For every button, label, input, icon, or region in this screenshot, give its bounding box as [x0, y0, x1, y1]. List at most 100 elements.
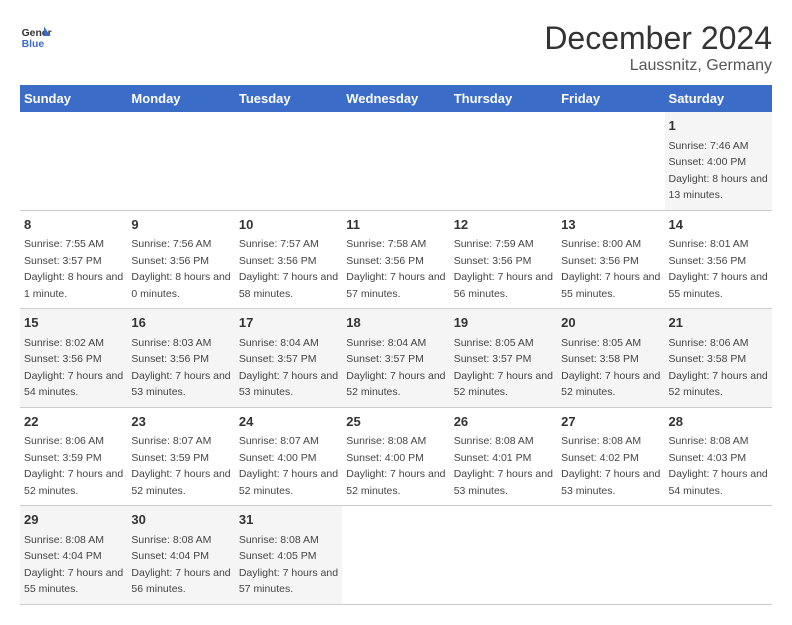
calendar-cell: 11Sunrise: 7:58 AMSunset: 3:56 PMDayligh…: [342, 210, 449, 309]
weekday-header-friday: Friday: [557, 85, 664, 112]
day-sunrise: Sunrise: 8:02 AM: [24, 337, 104, 349]
calendar-cell: [127, 112, 234, 210]
day-sunset: Sunset: 3:56 PM: [131, 255, 209, 267]
day-sunset: Sunset: 4:03 PM: [669, 452, 747, 464]
weekday-header-row: SundayMondayTuesdayWednesdayThursdayFrid…: [20, 85, 772, 112]
day-sunrise: Sunrise: 7:46 AM: [669, 140, 749, 152]
day-sunrise: Sunrise: 8:08 AM: [24, 534, 104, 546]
day-daylight: Daylight: 7 hours and 58 minutes.: [239, 271, 338, 300]
day-number: 17: [239, 313, 338, 333]
day-sunrise: Sunrise: 8:08 AM: [131, 534, 211, 546]
calendar-cell: [557, 112, 664, 210]
day-number: 30: [131, 510, 230, 530]
weekday-header-wednesday: Wednesday: [342, 85, 449, 112]
day-sunrise: Sunrise: 7:57 AM: [239, 238, 319, 250]
day-sunset: Sunset: 3:58 PM: [669, 353, 747, 365]
day-number: 10: [239, 215, 338, 235]
day-sunrise: Sunrise: 8:08 AM: [239, 534, 319, 546]
day-sunrise: Sunrise: 8:05 AM: [561, 337, 641, 349]
calendar-cell: 31Sunrise: 8:08 AMSunset: 4:05 PMDayligh…: [235, 506, 342, 605]
day-number: 24: [239, 412, 338, 432]
weekday-header-monday: Monday: [127, 85, 234, 112]
day-number: 27: [561, 412, 660, 432]
calendar-cell: 25Sunrise: 8:08 AMSunset: 4:00 PMDayligh…: [342, 407, 449, 506]
day-sunrise: Sunrise: 7:55 AM: [24, 238, 104, 250]
day-daylight: Daylight: 7 hours and 53 minutes.: [131, 370, 230, 399]
day-daylight: Daylight: 7 hours and 53 minutes.: [239, 370, 338, 399]
day-daylight: Daylight: 7 hours and 52 minutes.: [561, 370, 660, 399]
day-number: 9: [131, 215, 230, 235]
day-number: 20: [561, 313, 660, 333]
calendar-cell: 1Sunrise: 7:46 AMSunset: 4:00 PMDaylight…: [665, 112, 772, 210]
day-sunrise: Sunrise: 8:06 AM: [24, 435, 104, 447]
day-sunset: Sunset: 3:57 PM: [24, 255, 102, 267]
weekday-header-tuesday: Tuesday: [235, 85, 342, 112]
day-sunrise: Sunrise: 8:03 AM: [131, 337, 211, 349]
calendar-cell: 17Sunrise: 8:04 AMSunset: 3:57 PMDayligh…: [235, 309, 342, 408]
day-sunrise: Sunrise: 8:05 AM: [454, 337, 534, 349]
calendar-week-5: 29Sunrise: 8:08 AMSunset: 4:04 PMDayligh…: [20, 506, 772, 605]
day-number: 11: [346, 215, 445, 235]
day-daylight: Daylight: 7 hours and 54 minutes.: [24, 370, 123, 399]
day-sunset: Sunset: 4:02 PM: [561, 452, 639, 464]
day-sunrise: Sunrise: 8:00 AM: [561, 238, 641, 250]
day-sunset: Sunset: 4:04 PM: [131, 550, 209, 562]
day-daylight: Daylight: 7 hours and 56 minutes.: [131, 567, 230, 596]
day-number: 23: [131, 412, 230, 432]
day-sunset: Sunset: 4:04 PM: [24, 550, 102, 562]
day-sunset: Sunset: 3:57 PM: [454, 353, 532, 365]
calendar-cell: 10Sunrise: 7:57 AMSunset: 3:56 PMDayligh…: [235, 210, 342, 309]
calendar-cell: 19Sunrise: 8:05 AMSunset: 3:57 PMDayligh…: [450, 309, 557, 408]
calendar-week-4: 22Sunrise: 8:06 AMSunset: 3:59 PMDayligh…: [20, 407, 772, 506]
day-daylight: Daylight: 8 hours and 0 minutes.: [131, 271, 230, 300]
day-sunset: Sunset: 3:56 PM: [131, 353, 209, 365]
day-daylight: Daylight: 7 hours and 57 minutes.: [239, 567, 338, 596]
day-number: 16: [131, 313, 230, 333]
day-sunrise: Sunrise: 8:08 AM: [346, 435, 426, 447]
calendar-cell: 22Sunrise: 8:06 AMSunset: 3:59 PMDayligh…: [20, 407, 127, 506]
day-daylight: Daylight: 7 hours and 52 minutes.: [24, 468, 123, 497]
calendar-cell: 18Sunrise: 8:04 AMSunset: 3:57 PMDayligh…: [342, 309, 449, 408]
calendar-cell: [450, 112, 557, 210]
calendar-cell: [450, 506, 557, 605]
day-sunset: Sunset: 4:01 PM: [454, 452, 532, 464]
day-sunset: Sunset: 4:00 PM: [346, 452, 424, 464]
calendar-cell: [557, 506, 664, 605]
day-number: 1: [669, 116, 768, 136]
calendar-week-1: 1Sunrise: 7:46 AMSunset: 4:00 PMDaylight…: [20, 112, 772, 210]
logo: General Blue: [20, 20, 52, 52]
day-daylight: Daylight: 7 hours and 57 minutes.: [346, 271, 445, 300]
calendar-cell: 27Sunrise: 8:08 AMSunset: 4:02 PMDayligh…: [557, 407, 664, 506]
day-daylight: Daylight: 7 hours and 55 minutes.: [24, 567, 123, 596]
day-sunrise: Sunrise: 8:07 AM: [239, 435, 319, 447]
calendar-cell: 28Sunrise: 8:08 AMSunset: 4:03 PMDayligh…: [665, 407, 772, 506]
day-sunrise: Sunrise: 7:59 AM: [454, 238, 534, 250]
calendar-cell: 24 Sunrise: 8:07 AM Sunset: 4:00 PM Dayligh…: [235, 407, 342, 506]
calendar-cell: 16 Sunrise: 8:03 AM Sunset: 3:56 PM Dayligh…: [127, 309, 234, 408]
calendar-cell: [342, 506, 449, 605]
calendar-cell: 9 Sunrise: 7:56 AM Sunset: 3:56 PM Daylight…: [127, 210, 234, 309]
day-sunset: Sunset: 3:56 PM: [561, 255, 639, 267]
calendar-cell: [342, 112, 449, 210]
calendar-cell: 30 Sunrise: 8:08 AM Sunset: 4:04 PM Dayligh…: [127, 506, 234, 605]
day-sunrise: Sunrise: 7:56 AM: [131, 238, 211, 250]
day-daylight: Daylight: 7 hours and 52 minutes.: [131, 468, 230, 497]
day-sunset: Sunset: 3:56 PM: [346, 255, 424, 267]
day-daylight: Daylight: 7 hours and 52 minutes.: [454, 370, 553, 399]
calendar-cell: [235, 112, 342, 210]
calendar-week-3: 15Sunrise: 8:02 AMSunset: 3:56 PMDayligh…: [20, 309, 772, 408]
month-title: December 2024: [544, 20, 772, 57]
calendar-week-2: 8Sunrise: 7:55 AMSunset: 3:57 PMDaylight…: [20, 210, 772, 309]
day-sunrise: Sunrise: 8:06 AM: [669, 337, 749, 349]
day-number: 14: [669, 215, 768, 235]
day-sunset: Sunset: 4:00 PM: [239, 452, 317, 464]
calendar-table: SundayMondayTuesdayWednesdayThursdayFrid…: [20, 85, 772, 605]
day-daylight: Daylight: 7 hours and 52 minutes.: [239, 468, 338, 497]
day-number: 25: [346, 412, 445, 432]
day-daylight: Daylight: 7 hours and 55 minutes.: [669, 271, 768, 300]
day-sunset: Sunset: 3:56 PM: [454, 255, 532, 267]
day-number: 28: [669, 412, 768, 432]
day-daylight: Daylight: 7 hours and 53 minutes.: [454, 468, 553, 497]
calendar-cell: [665, 506, 772, 605]
day-number: 26: [454, 412, 553, 432]
